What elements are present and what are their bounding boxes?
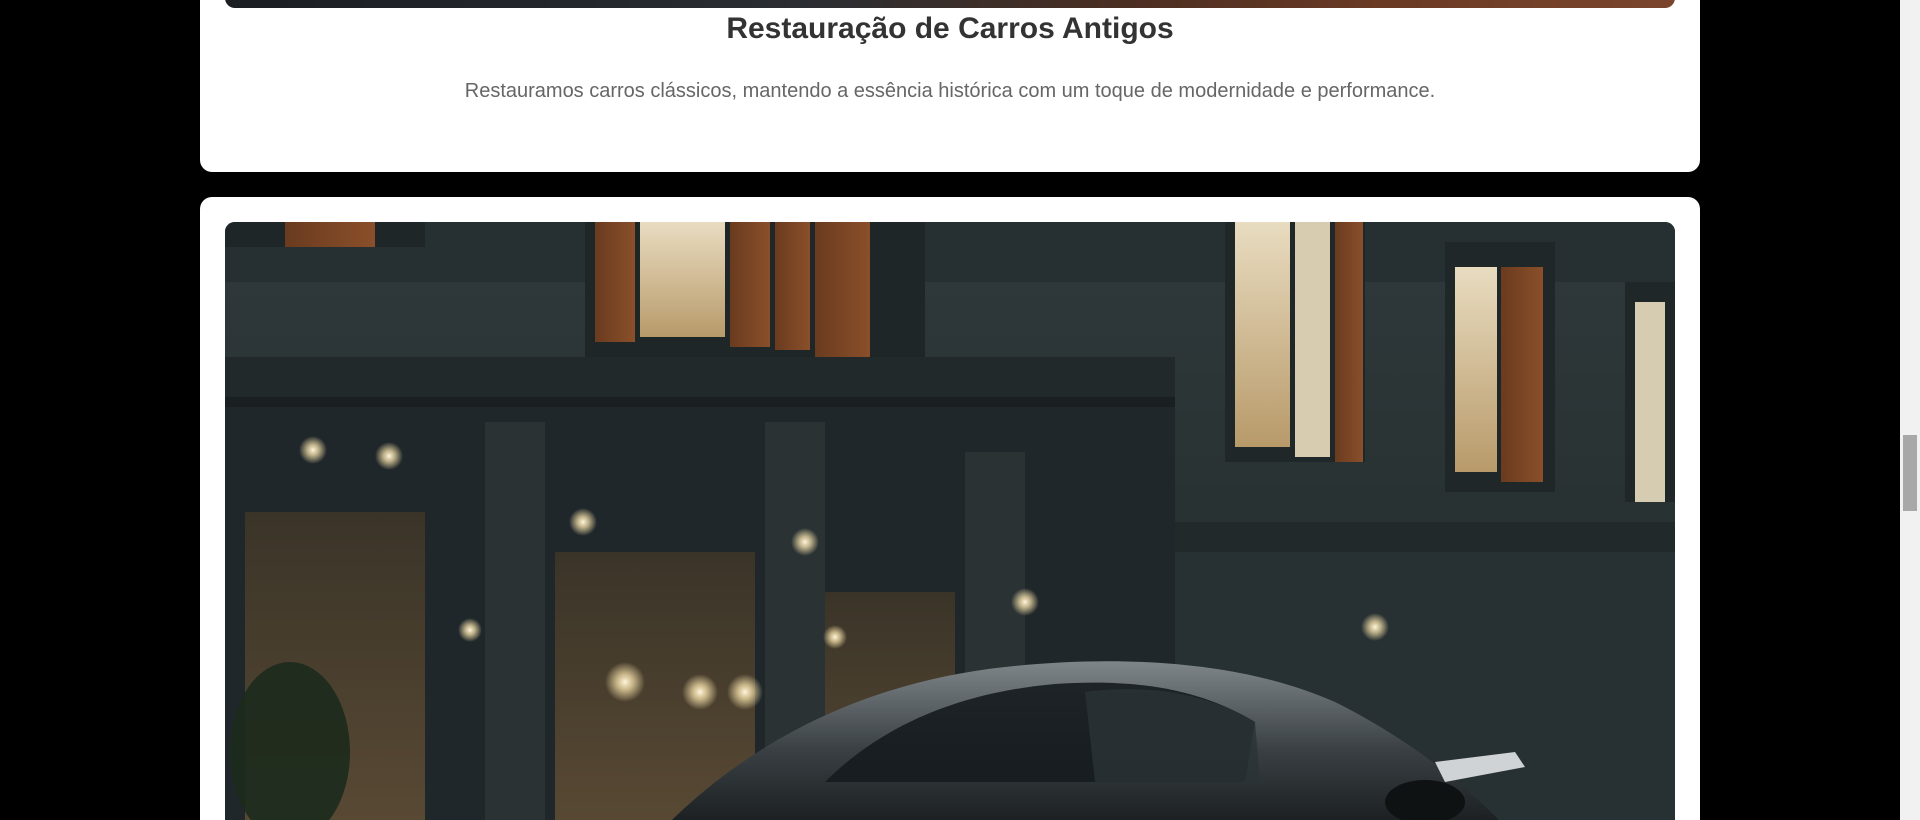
service-card-next bbox=[200, 197, 1700, 820]
sports-car-image bbox=[225, 222, 1675, 820]
service-card-restauracao: Restauração de Carros Antigos Restauramo… bbox=[200, 0, 1700, 172]
scrollbar-thumb[interactable] bbox=[1903, 435, 1917, 511]
page-scrollbar[interactable] bbox=[1900, 0, 1920, 820]
sports-car-illustration bbox=[225, 222, 1675, 820]
page: Restauração de Carros Antigos Restauramo… bbox=[0, 0, 1920, 820]
service-card-description: Restauramos carros clássicos, mantendo a… bbox=[464, 80, 1436, 102]
service-card-title: Restauração de Carros Antigos bbox=[726, 12, 1174, 45]
service-image bbox=[225, 0, 1675, 8]
